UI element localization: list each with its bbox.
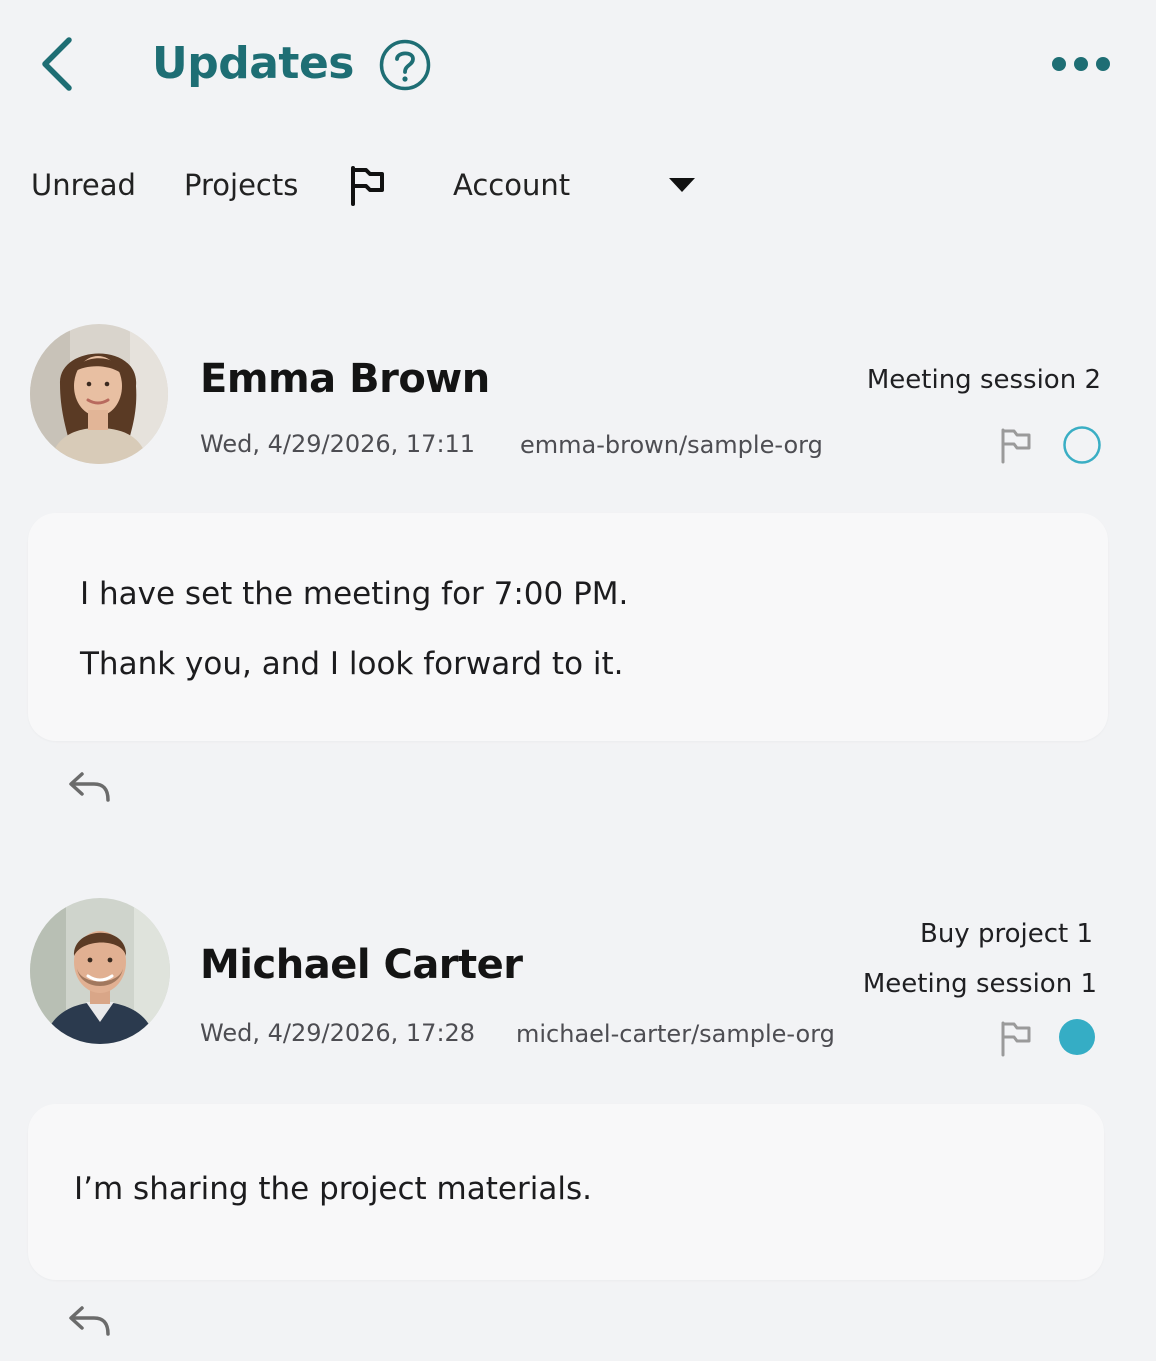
message-body: I’m sharing the project materials. bbox=[28, 1104, 1104, 1280]
caret-down-icon bbox=[669, 178, 695, 192]
chevron-left-icon bbox=[42, 37, 72, 91]
account-dropdown-toggle[interactable] bbox=[664, 170, 700, 200]
more-options-button[interactable] bbox=[1046, 44, 1116, 84]
filter-account[interactable]: Account bbox=[453, 162, 570, 208]
flag-message-button[interactable] bbox=[998, 1019, 1034, 1057]
avatar[interactable] bbox=[30, 324, 168, 464]
reply-button[interactable] bbox=[66, 1302, 114, 1342]
more-horizontal-icon bbox=[1052, 57, 1110, 71]
message-org[interactable]: emma-brown/sample-org bbox=[520, 429, 823, 461]
help-circle-icon bbox=[379, 39, 431, 91]
reply-button[interactable] bbox=[66, 768, 114, 808]
circle-outline-icon bbox=[1063, 426, 1101, 464]
message-line: I have set the meeting for 7:00 PM. bbox=[80, 576, 629, 612]
avatar[interactable] bbox=[30, 898, 170, 1044]
page-title: Updates bbox=[152, 38, 354, 89]
filter-projects[interactable]: Projects bbox=[184, 162, 298, 208]
avatar-photo bbox=[30, 898, 170, 1044]
sender-name: Emma Brown bbox=[200, 356, 490, 402]
project-tag[interactable]: Meeting session 2 bbox=[867, 363, 1101, 397]
flag-icon bbox=[1001, 1021, 1031, 1057]
flag-icon bbox=[1001, 428, 1031, 464]
flag-message-button[interactable] bbox=[998, 426, 1034, 464]
reply-icon bbox=[69, 1306, 110, 1336]
circle-filled-icon bbox=[1059, 1019, 1095, 1055]
updates-screen: Updates Unread Projects Account Emma Bro… bbox=[0, 0, 1156, 1361]
flag-icon bbox=[351, 166, 384, 206]
filter-unread[interactable]: Unread bbox=[31, 162, 136, 208]
sender-name: Michael Carter bbox=[200, 942, 523, 988]
filter-flagged[interactable] bbox=[344, 162, 390, 208]
message-body: I have set the meeting for 7:00 PM. Than… bbox=[28, 513, 1108, 741]
help-button[interactable] bbox=[378, 38, 432, 92]
message-timestamp: Wed, 4/29/2026, 17:11 bbox=[200, 430, 476, 458]
reply-icon bbox=[69, 772, 110, 802]
project-tag[interactable]: Buy project 1 bbox=[920, 917, 1093, 951]
back-button[interactable] bbox=[30, 34, 80, 94]
avatar-photo bbox=[30, 324, 168, 464]
message-org[interactable]: michael-carter/sample-org bbox=[516, 1018, 835, 1050]
message-timestamp: Wed, 4/29/2026, 17:28 bbox=[200, 1019, 476, 1047]
message-line: I’m sharing the project materials. bbox=[74, 1171, 592, 1207]
read-status-toggle[interactable] bbox=[1057, 1017, 1097, 1057]
project-tag[interactable]: Meeting session 1 bbox=[863, 967, 1097, 1001]
read-status-toggle[interactable] bbox=[1062, 425, 1102, 465]
message-line: Thank you, and I look forward to it. bbox=[80, 646, 624, 682]
